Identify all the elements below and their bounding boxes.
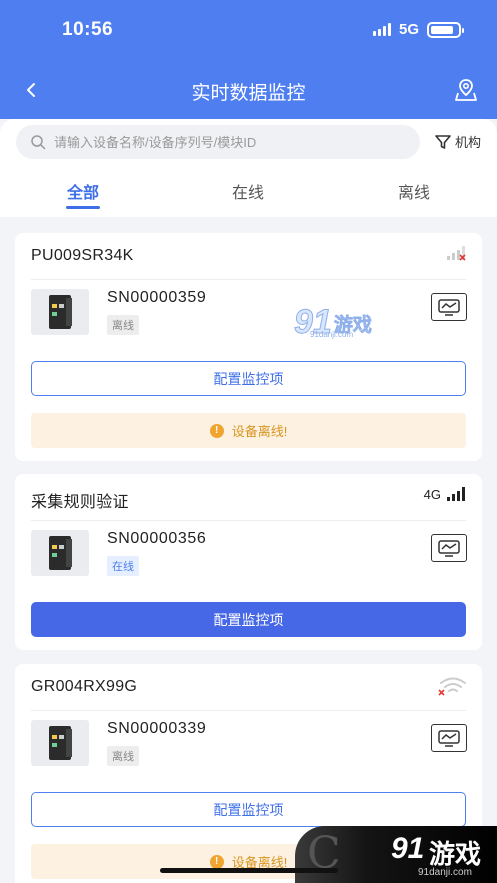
tab-active-indicator (66, 206, 100, 209)
device-image (31, 289, 89, 335)
tab-online[interactable]: 在线 (208, 179, 288, 203)
warning-icon: ! (209, 854, 224, 869)
device-card[interactable]: 采集规则验证 4G SN00000356 在线 配置监控项 (15, 474, 482, 650)
monitor-button[interactable] (431, 534, 467, 562)
serial-number: SN00000359 (107, 289, 207, 306)
battery-level (431, 25, 454, 34)
search-box[interactable] (16, 125, 420, 159)
network-type: 5G (398, 21, 419, 38)
card-divider (31, 279, 466, 280)
monitor-button[interactable] (431, 293, 467, 321)
device-card[interactable]: PU009SR34K SN00000359 离线 配置监控项 ! 设备离线! (15, 233, 482, 461)
cellular-full-signal-icon (447, 487, 465, 501)
search-input[interactable] (54, 134, 394, 150)
config-monitor-button[interactable]: 配置监控项 (31, 361, 466, 396)
search-icon (31, 135, 46, 150)
search-area: 机构 (0, 119, 497, 165)
status-badge: 离线 (107, 746, 139, 766)
filter-button[interactable]: 机构 (434, 132, 481, 151)
device-image-icon (49, 295, 72, 329)
device-image (31, 720, 89, 766)
offline-warning: ! 设备离线! (31, 413, 466, 448)
map-pin-icon (455, 79, 477, 101)
serial-number: SN00000339 (107, 720, 207, 737)
watermark-url: 91danji.com (310, 330, 354, 339)
device-name: 采集规则验证 (31, 494, 129, 511)
monitor-button[interactable] (431, 724, 467, 752)
card-divider (31, 710, 466, 711)
monitor-chart-icon (438, 540, 460, 557)
tab-all[interactable]: 全部 (43, 179, 123, 203)
battery-icon (427, 21, 464, 38)
status-badge: 在线 (107, 556, 139, 576)
device-image-icon (49, 726, 72, 760)
corner-watermark-logo: C 91 游戏 91danji.com (295, 826, 497, 883)
page-title: 实时数据监控 (191, 83, 306, 104)
status-badge: 离线 (107, 315, 139, 335)
corner-logo-number: 91 (391, 832, 425, 865)
status-tabs: 全部 在线 离线 (0, 165, 497, 217)
signal-status (446, 245, 468, 261)
monitor-chart-icon (438, 299, 460, 316)
filter-label: 机构 (454, 135, 481, 150)
monitor-chart-icon (438, 730, 460, 747)
status-icons: 5G (372, 21, 464, 38)
device-image-icon (49, 536, 72, 570)
config-monitor-button[interactable]: 配置监控项 (31, 792, 466, 827)
signal-status (438, 676, 468, 696)
home-indicator (160, 868, 338, 873)
status-time: 10:56 (62, 19, 114, 40)
device-image (31, 530, 89, 576)
filter-icon (435, 134, 451, 149)
cellular-no-signal-icon (447, 246, 466, 261)
device-name: PU009SR34K (31, 247, 134, 264)
cellular-signal-icon (372, 23, 391, 36)
warning-icon: ! (209, 423, 224, 438)
signal-status: 4G (424, 486, 468, 502)
wifi-disconnected-icon (438, 677, 466, 696)
corner-logo-text: 游戏 (429, 839, 482, 869)
card-divider (31, 520, 466, 521)
warning-text: 设备离线! (231, 424, 288, 439)
network-label: 4G (423, 486, 441, 502)
app-header: 10:56 5G 实时数据监控 (0, 0, 497, 119)
config-monitor-button[interactable]: 配置监控项 (31, 602, 466, 637)
serial-number: SN00000356 (107, 530, 207, 547)
device-name: GR004RX99G (31, 678, 138, 695)
corner-logo-url: 91danji.com (418, 867, 472, 878)
tab-offline[interactable]: 离线 (374, 179, 454, 203)
map-button[interactable] (453, 77, 479, 103)
